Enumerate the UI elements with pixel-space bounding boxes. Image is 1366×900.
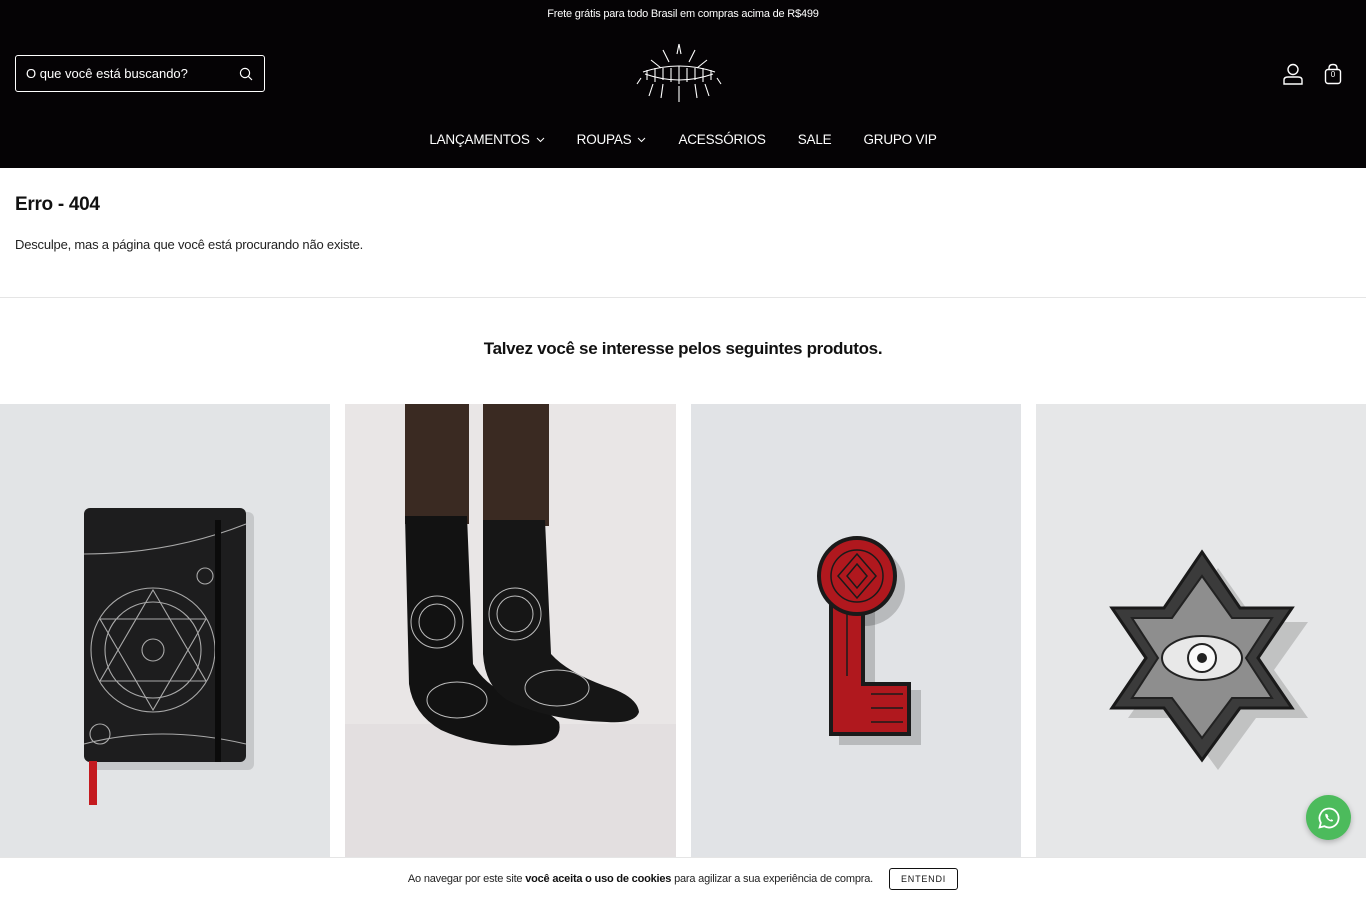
page-title: Erro - 404: [15, 194, 100, 215]
nav-item-label: LANÇAMENTOS: [429, 132, 530, 147]
cart-count-badge: 0: [1330, 70, 1336, 79]
cookie-consent-bar: Ao navegar por este site você aceita o u…: [0, 857, 1366, 900]
product-card-socks[interactable]: [345, 404, 676, 864]
brand-logo[interactable]: [633, 40, 725, 106]
cart-icon[interactable]: 0: [1322, 62, 1344, 86]
search-box[interactable]: [15, 55, 265, 92]
product-card-notebook[interactable]: [0, 404, 331, 864]
nav-item-acessorios[interactable]: ACESSÓRIOS: [678, 132, 765, 147]
nav-item-lancamentos[interactable]: LANÇAMENTOS: [429, 132, 544, 147]
site-header: 0 LANÇAMENTOS ROUPAS ACESSÓRIOS SALE GRU…: [0, 28, 1366, 168]
product-card-key-pin[interactable]: [690, 404, 1021, 864]
error-section: Erro - 404 Desculpe, mas a página que vo…: [0, 168, 1366, 298]
nav-item-roupas[interactable]: ROUPAS: [577, 132, 647, 147]
suggestions-title: Talvez você se interesse pelos seguintes…: [483, 339, 883, 358]
main-nav: LANÇAMENTOS ROUPAS ACESSÓRIOS SALE GRUPO…: [0, 132, 1366, 147]
search-icon[interactable]: [238, 66, 254, 82]
nav-item-grupo-vip[interactable]: GRUPO VIP: [863, 132, 936, 147]
nav-item-label: ROUPAS: [576, 132, 632, 147]
search-input[interactable]: [26, 66, 238, 81]
chevron-down-icon: [536, 137, 544, 142]
nav-item-label: ACESSÓRIOS: [678, 132, 766, 147]
promo-text: Frete grátis para todo Brasil em compras…: [547, 8, 819, 20]
error-message: Desculpe, mas a página que você está pro…: [15, 237, 364, 252]
whatsapp-icon: [1317, 807, 1339, 829]
chevron-down-icon: [638, 137, 646, 142]
whatsapp-button[interactable]: [1306, 795, 1351, 840]
cookie-message: Ao navegar por este site você aceita o u…: [407, 873, 873, 885]
promo-topbar: Frete grátis para todo Brasil em compras…: [0, 0, 1366, 28]
accept-cookies-button[interactable]: ENTENDI: [888, 868, 959, 890]
nav-item-label: SALE: [797, 132, 832, 147]
nav-item-label: GRUPO VIP: [863, 132, 937, 147]
user-icon[interactable]: [1282, 62, 1304, 86]
product-grid: [0, 404, 1366, 864]
product-card-eye-pin[interactable]: [1035, 404, 1366, 864]
nav-item-sale[interactable]: SALE: [798, 132, 832, 147]
header-actions: 0: [1282, 62, 1344, 86]
